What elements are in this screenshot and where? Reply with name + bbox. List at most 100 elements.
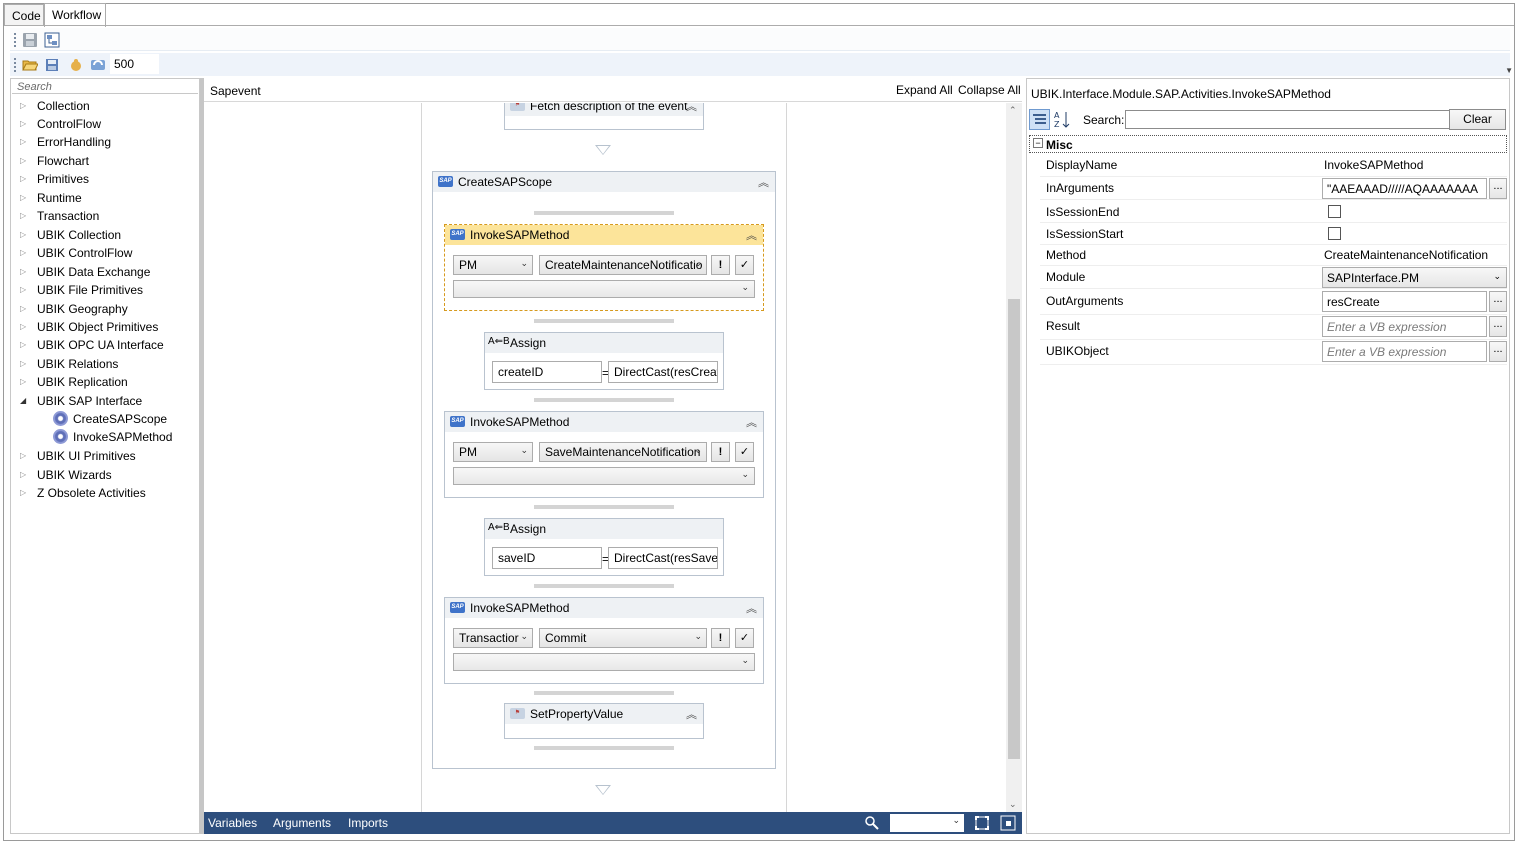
expand-arrow-icon[interactable]: ▷ bbox=[20, 97, 26, 115]
arguments-tab[interactable]: Arguments bbox=[273, 816, 331, 830]
tree-item[interactable]: ▷ Transaction bbox=[11, 207, 199, 225]
tree-item[interactable]: ▷ UBIK UI Primitives bbox=[11, 447, 199, 465]
scrollbar-thumb[interactable] bbox=[1008, 299, 1020, 759]
collapse-icon[interactable]: ︽ bbox=[758, 174, 769, 190]
in-arguments-field[interactable]: "AAEAAAD/////AQAAAAAAA bbox=[1322, 178, 1487, 199]
expand-arrow-icon[interactable]: ▷ bbox=[20, 226, 26, 244]
assign-activity[interactable]: A⇐B Assign createID = DirectCast(resCrea… bbox=[484, 332, 724, 390]
tree-item[interactable]: ▷ UBIK Object Primitives bbox=[11, 318, 199, 336]
collapse-arrow-icon[interactable]: ◢ bbox=[20, 392, 26, 410]
tree-item[interactable]: ▷ UBIK ControlFlow bbox=[11, 244, 199, 262]
is-session-end-checkbox[interactable] bbox=[1328, 205, 1341, 218]
tree-item[interactable]: ▷ UBIK File Primitives bbox=[11, 281, 199, 299]
scroll-up-icon[interactable]: ⌃ bbox=[1009, 105, 1017, 116]
expand-arrow-icon[interactable]: ▷ bbox=[20, 484, 26, 502]
expand-arrow-icon[interactable]: ▷ bbox=[20, 447, 26, 465]
expand-arrow-icon[interactable]: ▷ bbox=[20, 300, 26, 318]
fetch-description-activity[interactable]: ⚑ Fetch description of the event ︽ bbox=[504, 103, 704, 130]
tree-item[interactable]: ▷ UBIK Collection bbox=[11, 226, 199, 244]
zoom-select[interactable]: ⌄ bbox=[890, 814, 964, 832]
arguments-select[interactable]: ⌄ bbox=[453, 280, 755, 298]
collapse-icon[interactable]: ︽ bbox=[686, 103, 697, 114]
scroll-down-icon[interactable]: ⌄ bbox=[1009, 799, 1017, 810]
invoke-sap-method-activity[interactable]: SAP InvokeSAPMethod ︽ Transactior ⌄ Commi… bbox=[444, 597, 764, 684]
tree-item[interactable]: ▷ UBIK Replication bbox=[11, 373, 199, 391]
drop-target[interactable] bbox=[534, 505, 674, 509]
tree-item[interactable]: ▷ ErrorHandling bbox=[11, 133, 199, 151]
drop-target[interactable] bbox=[534, 746, 674, 750]
arguments-select[interactable]: ⌄ bbox=[453, 653, 755, 671]
breadcrumb[interactable]: Sapevent bbox=[210, 84, 261, 98]
property-search-input[interactable] bbox=[1125, 110, 1450, 129]
toolbox-search-input[interactable]: Search bbox=[12, 80, 198, 94]
workflow-icon[interactable] bbox=[44, 32, 60, 48]
validate-button[interactable]: ! bbox=[711, 255, 730, 275]
expand-arrow-icon[interactable]: ▷ bbox=[20, 355, 26, 373]
tree-item[interactable]: ▷ UBIK Geography bbox=[11, 300, 199, 318]
hand-icon[interactable] bbox=[68, 57, 84, 73]
imports-tab[interactable]: Imports bbox=[348, 816, 388, 830]
expand-arrow-icon[interactable]: ▷ bbox=[20, 244, 26, 262]
in-arguments-edit-button[interactable]: ... bbox=[1489, 178, 1507, 199]
tree-item[interactable]: ▷ Collection bbox=[11, 97, 199, 115]
tree-item[interactable]: ◢ UBIK SAP Interface bbox=[11, 392, 199, 410]
expand-arrow-icon[interactable]: ▷ bbox=[20, 207, 26, 225]
alphabetical-icon[interactable]: AZ bbox=[1052, 109, 1073, 130]
expand-arrow-icon[interactable]: ▷ bbox=[20, 152, 26, 170]
expand-arrow-icon[interactable]: ▷ bbox=[20, 263, 26, 281]
expand-arrow-icon[interactable]: ▷ bbox=[20, 115, 26, 133]
out-arguments-field[interactable]: resCreate bbox=[1322, 291, 1487, 312]
expand-arrow-icon[interactable]: ▷ bbox=[20, 170, 26, 188]
drop-target[interactable] bbox=[534, 691, 674, 695]
confirm-button[interactable]: ✓ bbox=[735, 255, 754, 275]
tree-activity-item[interactable]: InvokeSAPMethod bbox=[11, 428, 199, 446]
toolbar-grip[interactable] bbox=[14, 58, 16, 72]
open-folder-icon[interactable] bbox=[22, 57, 39, 73]
assign-value-field[interactable]: DirectCast(resSave(C bbox=[608, 547, 718, 569]
tree-item[interactable]: ▷ Primitives bbox=[11, 170, 199, 188]
save-icon[interactable] bbox=[22, 32, 38, 48]
module-select[interactable]: PM ⌄ bbox=[453, 442, 533, 462]
arguments-select[interactable]: ⌄ bbox=[453, 467, 755, 485]
method-select[interactable]: Commit ⌄ bbox=[539, 628, 707, 648]
assign-to-field[interactable]: saveID bbox=[492, 547, 602, 569]
validate-button[interactable]: ! bbox=[711, 442, 730, 462]
variables-tab[interactable]: Variables bbox=[208, 816, 257, 830]
tree-item[interactable]: ▷ UBIK Relations bbox=[11, 355, 199, 373]
items-count-field[interactable]: 500 bbox=[110, 54, 159, 74]
ubik-object-expression-field[interactable]: Enter a VB expression bbox=[1322, 341, 1487, 362]
property-value[interactable]: InvokeSAPMethod bbox=[1324, 158, 1423, 172]
tree-item[interactable]: ▷ Runtime bbox=[11, 189, 199, 207]
ubik-object-edit-button[interactable]: ... bbox=[1489, 341, 1507, 362]
tree-item[interactable]: ▷ Z Obsolete Activities bbox=[11, 484, 199, 502]
confirm-button[interactable]: ✓ bbox=[735, 442, 754, 462]
collapse-icon[interactable]: ︽ bbox=[746, 414, 757, 430]
tree-item[interactable]: ▷ ControlFlow bbox=[11, 115, 199, 133]
clear-button[interactable]: Clear bbox=[1449, 109, 1506, 130]
expand-arrow-icon[interactable]: ▷ bbox=[20, 281, 26, 299]
drop-target[interactable] bbox=[534, 211, 674, 215]
overview-icon[interactable] bbox=[1000, 815, 1016, 831]
method-select[interactable]: SaveMaintenanceNotification ⌄ bbox=[539, 442, 707, 462]
vertical-scrollbar[interactable]: ⌃ ⌄ bbox=[1006, 103, 1022, 812]
set-property-value-activity[interactable]: ⚑ SetPropertyValue ︽ bbox=[504, 703, 704, 739]
collapse-category-icon[interactable]: − bbox=[1033, 138, 1043, 148]
category-misc[interactable]: − Misc bbox=[1029, 135, 1507, 153]
categorized-icon[interactable] bbox=[1029, 109, 1050, 130]
designer-canvas[interactable]: ⚑ Fetch description of the event ︽ SAP C… bbox=[204, 103, 1006, 812]
assign-activity[interactable]: A⇐B Assign saveID = DirectCast(resSave(C bbox=[484, 518, 724, 576]
expand-all-link[interactable]: Expand All bbox=[896, 83, 953, 97]
collapse-icon[interactable]: ︽ bbox=[746, 227, 757, 243]
expand-arrow-icon[interactable]: ▷ bbox=[20, 133, 26, 151]
expand-arrow-icon[interactable]: ▷ bbox=[20, 318, 26, 336]
collapse-all-link[interactable]: Collapse All bbox=[958, 83, 1021, 97]
search-icon[interactable] bbox=[864, 815, 880, 831]
expand-arrow-icon[interactable]: ▷ bbox=[20, 336, 26, 354]
expand-arrow-icon[interactable]: ▷ bbox=[20, 373, 26, 391]
tree-item[interactable]: ▷ UBIK OPC UA Interface bbox=[11, 336, 199, 354]
module-select[interactable]: PM ⌄ bbox=[453, 255, 533, 275]
assign-to-field[interactable]: createID bbox=[492, 361, 602, 383]
tree-item[interactable]: ▷ UBIK Data Exchange bbox=[11, 263, 199, 281]
validate-button[interactable]: ! bbox=[711, 628, 730, 648]
confirm-button[interactable]: ✓ bbox=[735, 628, 754, 648]
